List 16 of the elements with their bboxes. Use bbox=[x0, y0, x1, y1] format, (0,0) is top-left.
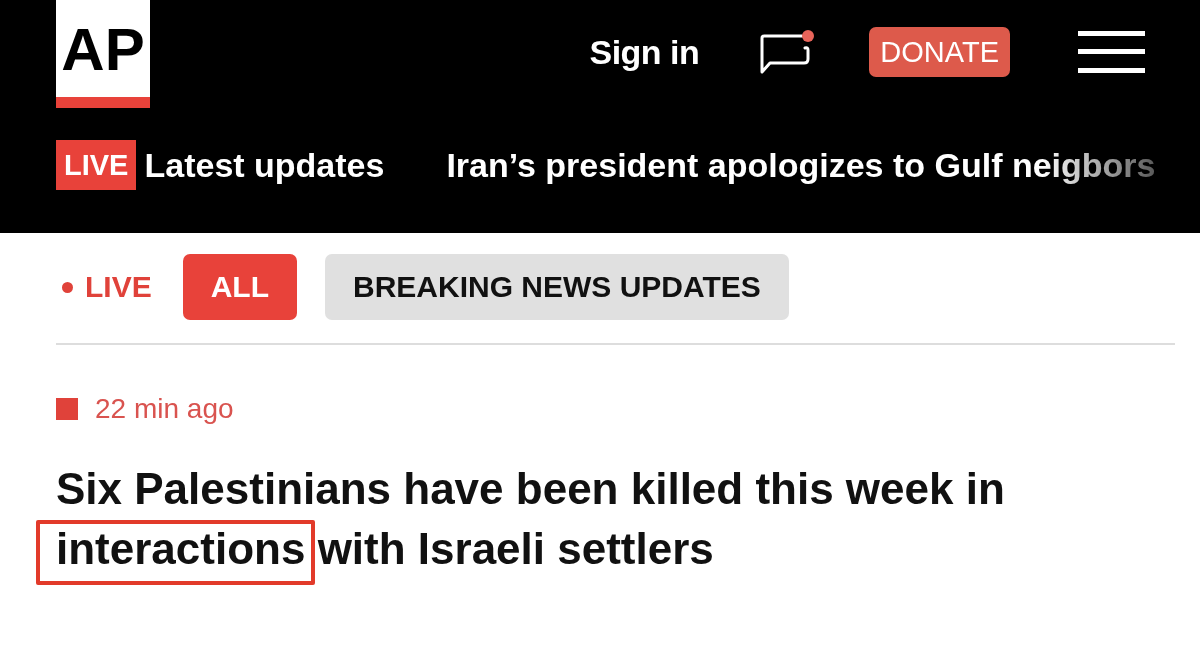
live-badge: LIVE bbox=[56, 140, 137, 190]
ticker-link[interactable]: Latest updates bbox=[144, 145, 385, 185]
donate-button[interactable]: DONATE bbox=[869, 27, 1010, 77]
ticker-headline-link[interactable]: Iran’s president apologizes to Gulf neigbors bbox=[446, 145, 1156, 185]
headline[interactable]: Six Palestinians have been killed this week in interactions with Israeli settlers bbox=[56, 459, 1175, 579]
filter-tab[interactable]: ALL bbox=[182, 254, 297, 320]
live-label: LIVE bbox=[85, 270, 152, 304]
menu-button[interactable] bbox=[1078, 31, 1145, 73]
timestamp: 22 min ago bbox=[95, 393, 234, 425]
logo[interactable]: AP bbox=[56, 0, 150, 108]
sign-in-link[interactable]: Sign in bbox=[589, 32, 700, 72]
menu-icon bbox=[1078, 31, 1145, 73]
messages-button[interactable] bbox=[758, 30, 813, 74]
live-dot-icon bbox=[62, 281, 73, 293]
square-icon bbox=[56, 398, 78, 420]
filter-tab[interactable]: BREAKING NEWS UPDATES bbox=[325, 254, 789, 320]
